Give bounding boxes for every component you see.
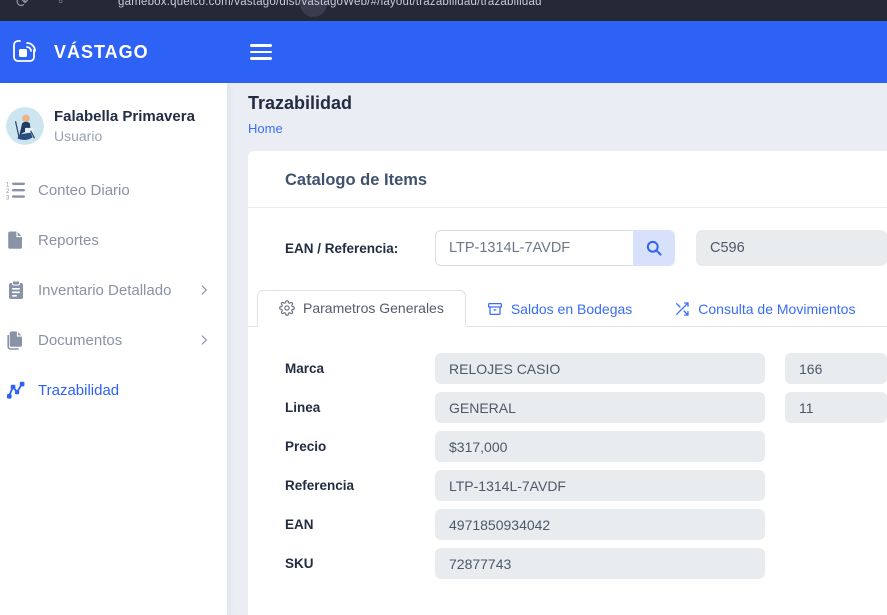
chevron-right-icon xyxy=(197,283,211,297)
user-name: Falabella Primavera xyxy=(54,108,195,127)
brand-title: VÁSTAGO xyxy=(54,42,149,63)
sidebar-item-label: Reportes xyxy=(38,232,99,249)
brand: VÁSTAGO xyxy=(0,36,227,68)
field-label: Referencia xyxy=(285,478,435,493)
tab-saldos-en-bodegas[interactable]: Saldos en Bodegas xyxy=(466,292,653,327)
search-button[interactable] xyxy=(633,230,675,266)
tab-label: Parametros Generales xyxy=(303,300,444,316)
svg-text:1: 1 xyxy=(6,183,10,189)
ean-search-input[interactable] xyxy=(435,230,633,266)
chevron-right-icon xyxy=(197,333,211,347)
field-row-sku: SKU 72877743 xyxy=(285,548,887,579)
browser-url-bar[interactable]: ⟳ ◦ gamebox.quelco.com/vastago/dist/vast… xyxy=(0,0,887,21)
scan-logo-icon xyxy=(10,36,42,68)
documents-icon xyxy=(6,330,26,350)
field-label: Linea xyxy=(285,400,435,415)
field-label: SKU xyxy=(285,556,435,571)
field-row-marca: Marca RELOJES CASIO 166 xyxy=(285,353,887,384)
main-content: Trazabilidad Home Catalogo de Items EAN … xyxy=(227,83,887,615)
catalog-card: Catalogo de Items EAN / Referencia: xyxy=(248,151,887,615)
page-title: Trazabilidad xyxy=(248,93,887,114)
trace-route-icon xyxy=(6,380,26,400)
sidebar-item-trazabilidad[interactable]: Trazabilidad xyxy=(0,365,227,415)
sidebar-item-label: Trazabilidad xyxy=(38,382,119,399)
field-row-ean: EAN 4971850934042 xyxy=(285,509,887,540)
ean-search-label: EAN / Referencia: xyxy=(285,241,435,256)
gear-icon xyxy=(279,300,295,316)
field-value-precio[interactable]: $317,000 xyxy=(435,431,765,462)
ean-search-row: EAN / Referencia: C596 xyxy=(248,230,887,266)
app-header: VÁSTAGO xyxy=(0,21,887,83)
tab-label: Consulta de Movimientos xyxy=(698,301,855,317)
document-icon xyxy=(6,230,26,250)
tab-parametros-generales[interactable]: Parametros Generales xyxy=(257,290,466,327)
sidebar: Falabella Primavera Usuario 1 2 3 Conteo… xyxy=(0,83,227,615)
clipboard-icon xyxy=(6,280,26,300)
sidebar-item-label: Conteo Diario xyxy=(38,182,130,199)
card-header: Catalogo de Items xyxy=(248,151,887,208)
sidebar-item-conteo-diario[interactable]: 1 2 3 Conteo Diario xyxy=(0,165,227,215)
search-icon xyxy=(645,239,663,257)
sidebar-item-label: Inventario Detallado xyxy=(38,282,171,299)
browser-url-text[interactable]: gamebox.quelco.com/vastago/dist/vastagoW… xyxy=(118,0,542,8)
item-code-field[interactable]: C596 xyxy=(696,230,887,266)
sidebar-toggle-button[interactable] xyxy=(246,40,276,64)
field-row-linea: Linea GENERAL 11 xyxy=(285,392,887,423)
user-avatar xyxy=(6,107,44,145)
svg-text:3: 3 xyxy=(6,196,10,201)
field-code-marca[interactable]: 166 xyxy=(785,353,887,384)
field-value-referencia[interactable]: LTP-1314L-7AVDF xyxy=(435,470,765,501)
browser-extension-icon[interactable]: ◦ xyxy=(58,0,63,10)
breadcrumb-home-link[interactable]: Home xyxy=(248,121,283,136)
tab-bar: Parametros Generales Saldos en Bodegas xyxy=(248,290,887,327)
tab-consulta-de-movimientos[interactable]: Consulta de Movimientos xyxy=(653,292,876,327)
user-profile[interactable]: Falabella Primavera Usuario xyxy=(0,83,227,165)
field-row-referencia: Referencia LTP-1314L-7AVDF xyxy=(285,470,887,501)
field-value-marca[interactable]: RELOJES CASIO xyxy=(435,353,765,384)
sidebar-item-documentos[interactable]: Documentos xyxy=(0,315,227,365)
user-role: Usuario xyxy=(54,128,195,144)
numbered-list-icon: 1 2 3 xyxy=(6,180,26,200)
field-row-precio: Precio $317,000 xyxy=(285,431,887,462)
sidebar-item-label: Documentos xyxy=(38,332,122,349)
card-title: Catalogo de Items xyxy=(285,171,427,189)
field-label: Precio xyxy=(285,439,435,454)
sidebar-nav: 1 2 3 Conteo Diario xyxy=(0,165,227,415)
sidebar-item-inventario-detallado[interactable]: Inventario Detallado xyxy=(0,265,227,315)
tab-label: Saldos en Bodegas xyxy=(511,301,632,317)
field-value-linea[interactable]: GENERAL xyxy=(435,392,765,423)
svg-text:2: 2 xyxy=(6,189,10,195)
field-value-ean[interactable]: 4971850934042 xyxy=(435,509,765,540)
field-label: Marca xyxy=(285,361,435,376)
archive-icon xyxy=(487,301,503,317)
field-value-sku[interactable]: 72877743 xyxy=(435,548,765,579)
sidebar-item-reportes[interactable]: Reportes xyxy=(0,215,227,265)
browser-back-icon[interactable]: ⟳ xyxy=(16,0,29,11)
item-detail-form: Marca RELOJES CASIO 166 Linea GENERAL 11… xyxy=(248,327,887,579)
field-label: EAN xyxy=(285,517,435,532)
field-code-linea[interactable]: 11 xyxy=(785,392,887,423)
shuffle-icon xyxy=(674,301,690,317)
